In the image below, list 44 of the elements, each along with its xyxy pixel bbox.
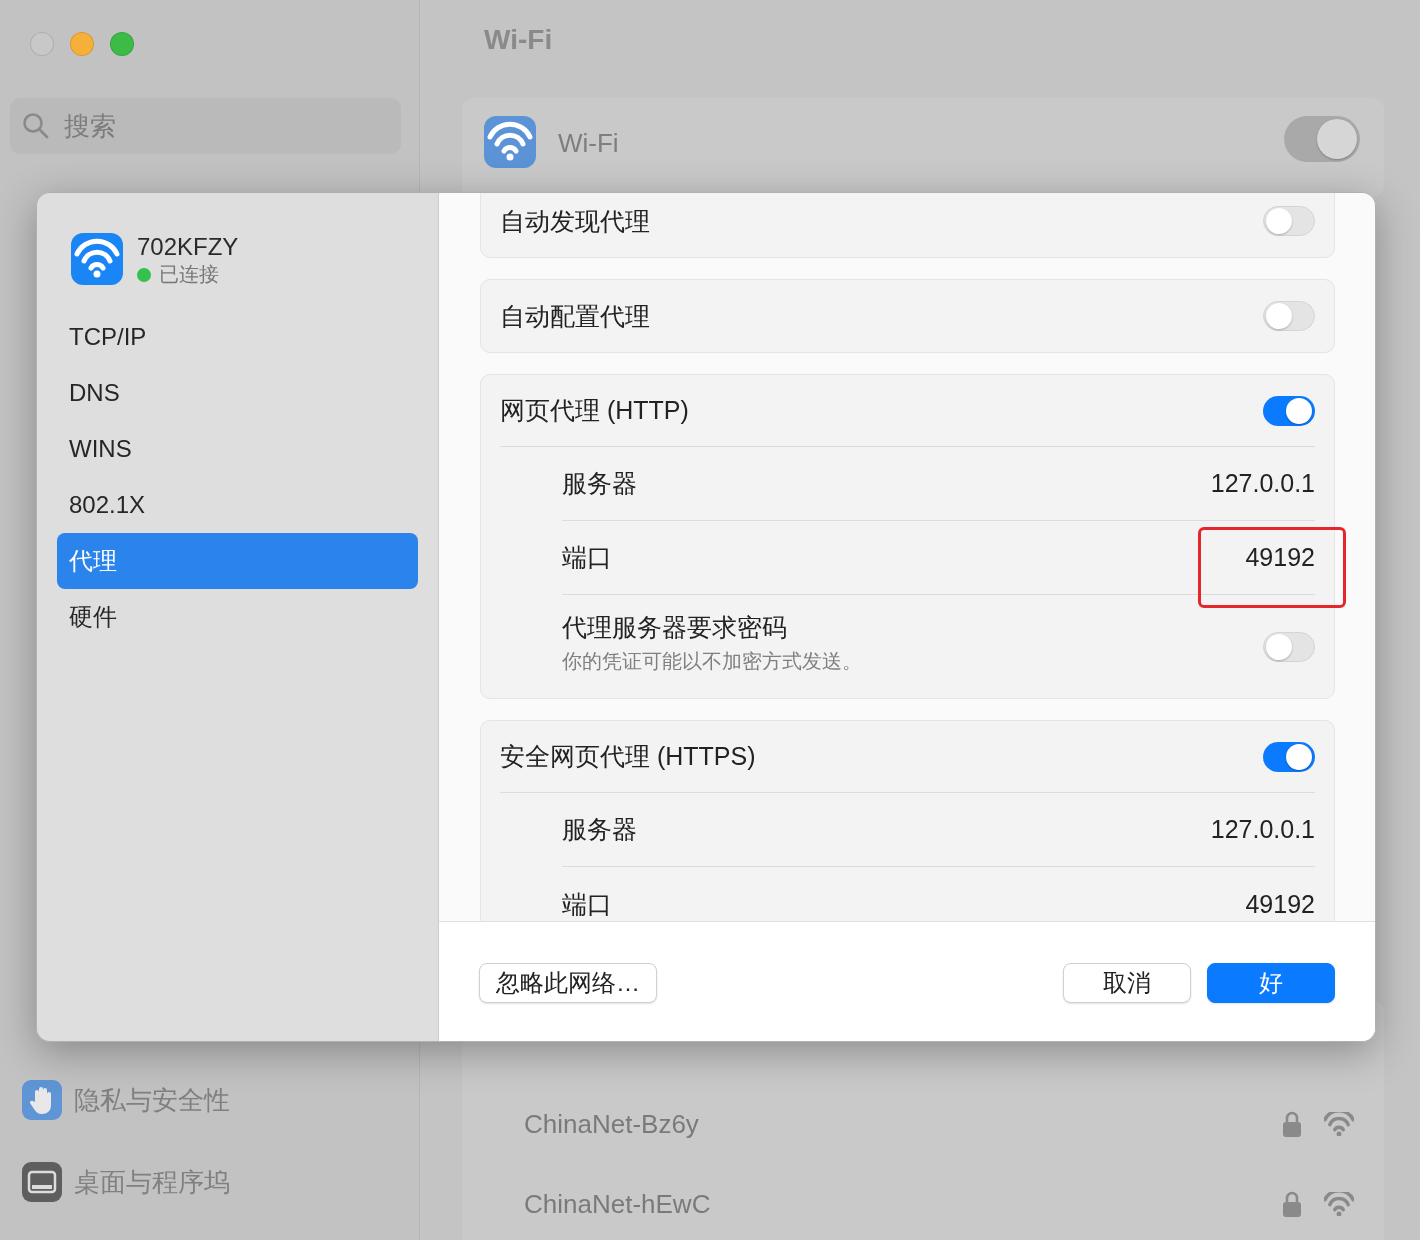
toggle-switch[interactable]: [1263, 206, 1315, 236]
toggle-switch[interactable]: [1263, 395, 1315, 426]
network-name: 702KFZY: [137, 233, 239, 261]
sidebar-tab[interactable]: WINS: [57, 421, 418, 477]
window-icon: [22, 1162, 62, 1202]
setting-label: 自动发现代理: [500, 205, 650, 237]
dialog-button[interactable]: 忽略此网络…: [479, 962, 657, 1003]
field-value: 127.0.0.1: [1210, 815, 1315, 843]
sidebar-tab[interactable]: 802.1X: [57, 477, 418, 533]
field-value: 127.0.0.1: [1210, 469, 1315, 497]
setting-label: 自动配置代理: [500, 300, 650, 332]
wifi-icon: [484, 116, 536, 168]
wifi-icon: [71, 233, 123, 285]
window-title: Wi-Fi: [484, 24, 554, 57]
sidebar-tab[interactable]: TCP/IP: [57, 309, 418, 365]
field-note: 你的凭证可能以不加密方式发送。: [562, 648, 862, 674]
field-value: 49192: [1245, 889, 1315, 918]
search-field[interactable]: 搜索: [10, 98, 401, 154]
setting-label: 网页代理 (HTTP): [500, 395, 689, 426]
search-icon: [22, 112, 50, 140]
field-label: 服务器: [562, 814, 637, 845]
minimize-button[interactable]: [70, 32, 94, 56]
wifi-signal-icon: [1324, 1192, 1354, 1216]
field-label: 服务器: [562, 468, 637, 499]
setting-label: 安全网页代理 (HTTPS): [500, 741, 756, 772]
wifi-signal-icon: [1324, 1112, 1354, 1136]
sidebar-tab[interactable]: 代理: [57, 533, 418, 589]
status-text: 已连接: [159, 262, 219, 287]
field-label: 端口: [562, 542, 612, 573]
sidebar-tab[interactable]: 硬件: [57, 589, 418, 645]
confirm-button[interactable]: 好: [1207, 962, 1335, 1003]
hand-icon: [22, 1080, 62, 1120]
close-button[interactable]: [30, 32, 54, 56]
toggle-switch[interactable]: [1263, 301, 1315, 331]
field-label: 代理服务器要求密码: [562, 611, 788, 643]
toggle-switch[interactable]: [1263, 741, 1315, 772]
field-value: 49192: [1245, 543, 1315, 571]
sidebar-tab[interactable]: DNS: [57, 365, 418, 421]
field-label: 端口: [562, 888, 612, 920]
wifi-label: Wi-Fi: [558, 128, 620, 159]
dialog-button[interactable]: 取消: [1063, 962, 1191, 1003]
zoom-button[interactable]: [110, 32, 134, 56]
toggle-switch[interactable]: [1263, 631, 1315, 662]
toggle-switch[interactable]: [1284, 116, 1360, 162]
